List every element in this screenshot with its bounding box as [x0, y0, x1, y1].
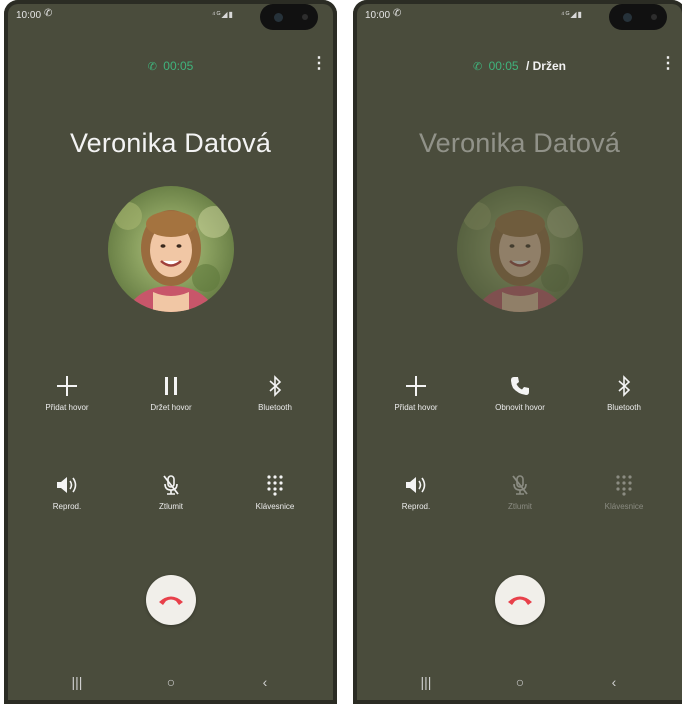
dialpad-icon — [579, 472, 669, 498]
call-status-icon: ✆ — [44, 8, 53, 19]
add-call-button[interactable]: Přidat hovor — [22, 373, 112, 412]
bluetooth-button[interactable]: Bluetooth — [579, 373, 669, 412]
keypad-button[interactable]: Klávesnice — [230, 472, 320, 511]
add-call-label: Přidat hovor — [394, 403, 438, 412]
end-call-icon — [508, 596, 532, 605]
home-icon[interactable]: ○ — [505, 674, 535, 690]
back-icon[interactable]: ‹ — [250, 674, 280, 690]
call-status: ✆ 00:05 — [4, 59, 337, 73]
system-nav-bar: ||| ○ ‹ — [353, 664, 682, 704]
status-time: 10:00 — [16, 10, 42, 21]
signal-battery-icons: ⁴ᴳ◢▮ — [561, 10, 583, 19]
contact-name: Veronika Datová — [69, 128, 272, 158]
dialpad-icon — [230, 472, 320, 498]
mute-button[interactable]: Ztlumit — [126, 472, 216, 511]
bluetooth-label: Bluetooth — [258, 403, 292, 412]
system-nav-bar: ||| ○ ‹ — [4, 664, 337, 704]
status-bar: 10:00 ✆ ⁴ᴳ◢▮ — [353, 0, 682, 32]
end-call-icon — [159, 596, 183, 605]
hold-call-label: Držet hovor — [150, 403, 192, 412]
resume-call-button[interactable]: Obnovit hovor — [475, 373, 565, 412]
speaker-label: Reprod. — [52, 502, 82, 511]
more-vertical-icon[interactable]: ⋮ — [660, 56, 676, 72]
resume-call-label: Obnovit hovor — [495, 403, 545, 412]
speaker-button[interactable]: Reprod. — [371, 472, 461, 511]
end-call-button[interactable] — [146, 575, 196, 625]
keypad-button: Klávesnice — [579, 472, 669, 511]
mute-label: Ztlumit — [159, 502, 183, 511]
contact-avatar — [108, 186, 234, 312]
camera-cutout — [260, 4, 318, 30]
call-timer: 00:05 — [488, 59, 519, 73]
mute-button: Ztlumit — [475, 472, 565, 511]
end-call-button[interactable] — [495, 575, 545, 625]
mic-off-icon — [126, 472, 216, 498]
contact-avatar — [457, 186, 583, 312]
bluetooth-icon — [230, 373, 320, 399]
keypad-label: Klávesnice — [255, 502, 295, 511]
speaker-icon — [22, 472, 112, 498]
back-icon[interactable]: ‹ — [599, 674, 629, 690]
speaker-button[interactable]: Reprod. — [22, 472, 112, 511]
add-call-label: Přidat hovor — [45, 403, 89, 412]
bluetooth-label: Bluetooth — [607, 403, 641, 412]
more-vertical-icon[interactable]: ⋮ — [311, 56, 327, 72]
call-timer: 00:05 — [163, 59, 194, 73]
hold-call-button[interactable]: Držet hovor — [126, 373, 216, 412]
plus-icon — [22, 373, 112, 399]
phone-icon — [475, 373, 565, 399]
add-call-button[interactable]: Přidat hovor — [371, 373, 461, 412]
pause-icon — [126, 373, 216, 399]
speaker-icon — [371, 472, 461, 498]
bluetooth-button[interactable]: Bluetooth — [230, 373, 320, 412]
mute-label: Ztlumit — [508, 502, 532, 511]
bluetooth-icon — [579, 373, 669, 399]
signal-battery-icons: ⁴ᴳ◢▮ — [212, 10, 234, 19]
recent-apps-icon[interactable]: ||| — [411, 674, 441, 690]
mic-off-icon — [475, 472, 565, 498]
contact-name: Veronika Datová — [418, 128, 621, 158]
call-screen-active: 10:00 ✆ ⁴ᴳ◢▮ ✆ 00:05 ⋮ Veronika Datová P… — [4, 0, 337, 704]
phone-icon: ✆ — [147, 61, 157, 73]
plus-icon — [371, 373, 461, 399]
home-icon[interactable]: ○ — [156, 674, 186, 690]
speaker-label: Reprod. — [401, 502, 431, 511]
keypad-label: Klávesnice — [604, 502, 644, 511]
held-status: / Držen — [525, 59, 566, 73]
status-bar: 10:00 ✆ ⁴ᴳ◢▮ — [4, 0, 337, 32]
phone-icon: ✆ — [473, 61, 483, 73]
camera-cutout — [609, 4, 667, 30]
recent-apps-icon[interactable]: ||| — [62, 674, 92, 690]
call-screen-held: 10:00 ✆ ⁴ᴳ◢▮ ✆ 00:05 / Držen ⋮ Veronika … — [353, 0, 682, 704]
status-time: 10:00 — [365, 10, 391, 21]
call-status: ✆ 00:05 / Držen — [353, 59, 682, 73]
call-held-status-icon: ✆ — [393, 8, 402, 19]
